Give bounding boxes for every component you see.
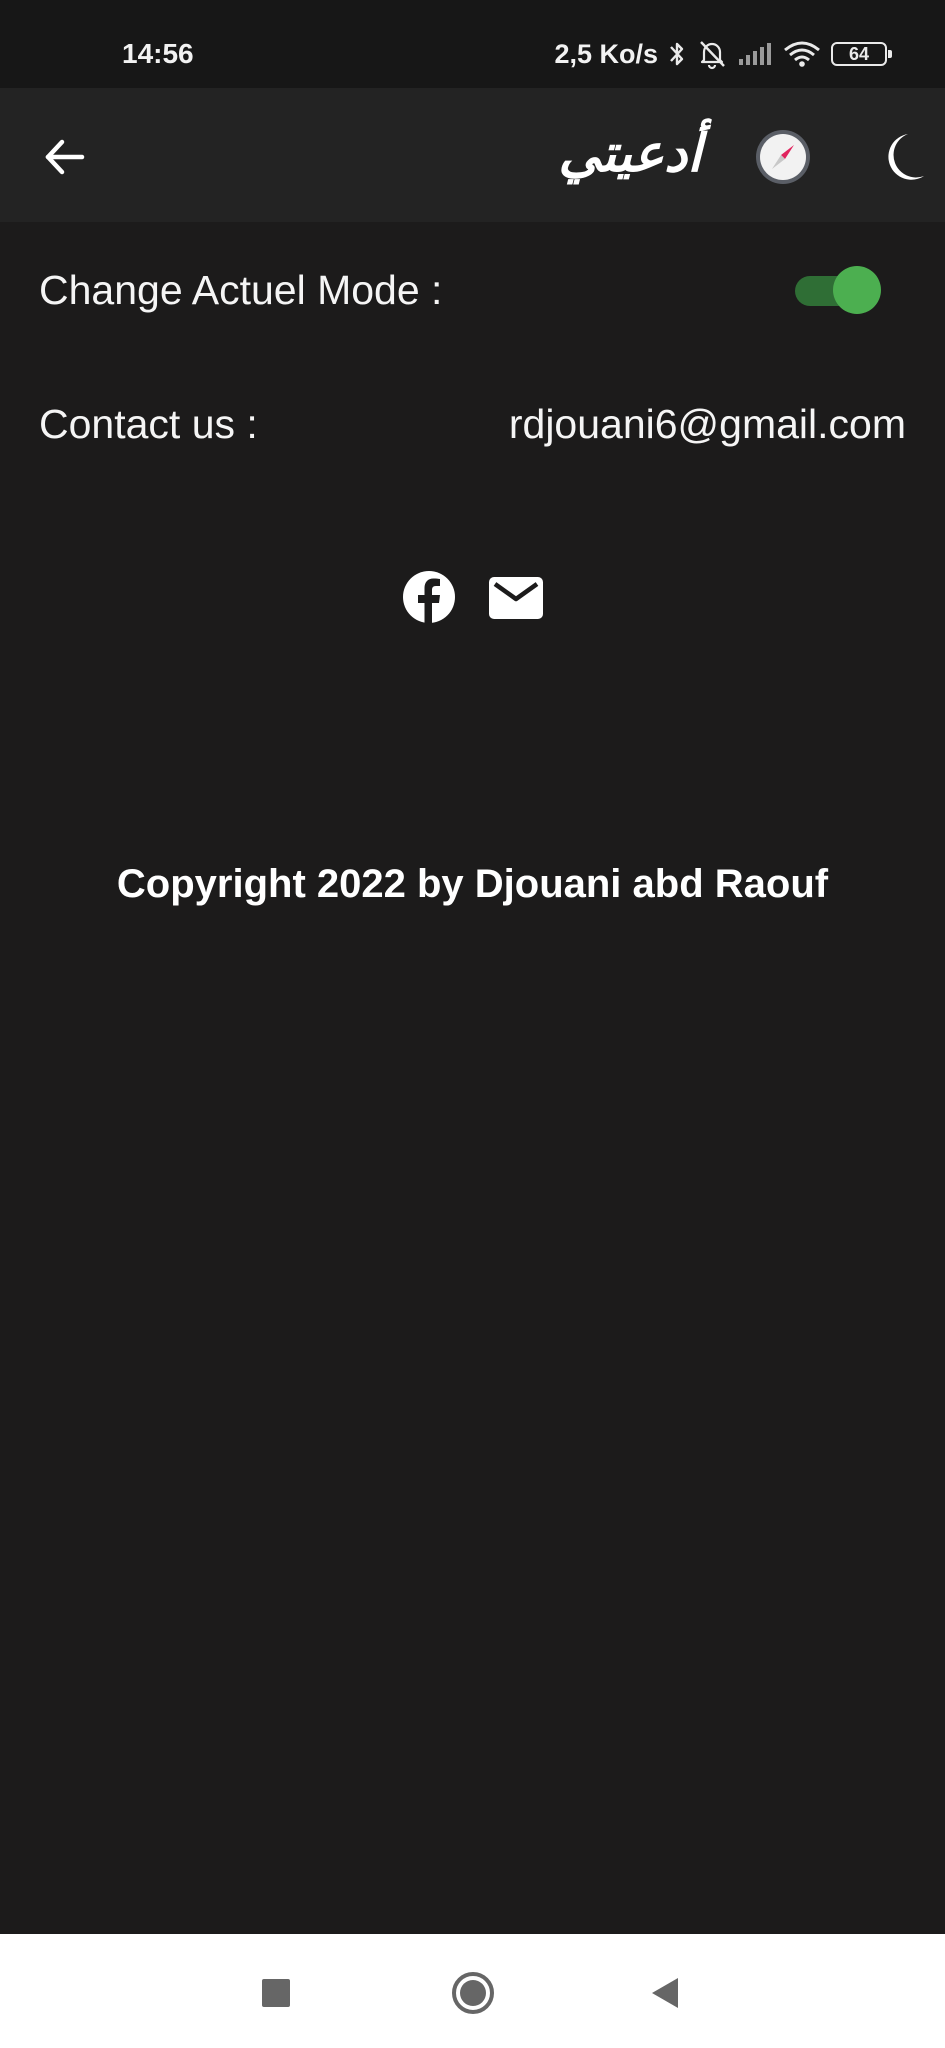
- bluetooth-icon: [670, 42, 684, 66]
- compass-icon[interactable]: [754, 128, 812, 186]
- wifi-icon: [784, 41, 820, 67]
- battery-level: 64: [848, 43, 870, 64]
- back-icon[interactable]: [648, 1976, 682, 2010]
- status-time: 14:56: [122, 38, 194, 69]
- status-bar: 14:56 2,5 Ko/s 64: [0, 0, 945, 88]
- status-icons: 2,5 Ko/s 64: [554, 36, 892, 72]
- mode-setting-row: Change Actuel Mode :: [39, 260, 905, 320]
- signal-icon: [739, 43, 771, 65]
- network-speed: 2,5 Ko/s: [554, 38, 658, 69]
- system-nav-bar: [0, 1934, 945, 2048]
- social-links: [400, 568, 546, 624]
- home-icon[interactable]: [451, 1971, 495, 2015]
- app-title: أدعيتي: [558, 123, 702, 184]
- mode-label: Change Actuel Mode :: [39, 266, 443, 313]
- contact-label: Contact us :: [39, 400, 258, 447]
- back-arrow-icon[interactable]: [40, 132, 90, 182]
- mode-toggle[interactable]: [795, 264, 881, 316]
- toggle-thumb: [833, 266, 881, 314]
- bell-off-icon: [700, 41, 725, 70]
- moon-icon[interactable]: [876, 130, 932, 184]
- facebook-icon[interactable]: [402, 570, 456, 624]
- contact-row: Contact us : rdjouani6@gmail.com: [39, 394, 906, 454]
- recent-apps-icon[interactable]: [262, 1979, 290, 2007]
- app-bar: أدعيتي: [0, 88, 945, 222]
- contact-email[interactable]: rdjouani6@gmail.com: [509, 401, 906, 448]
- mail-icon[interactable]: [488, 576, 544, 620]
- battery-icon: 64: [831, 42, 892, 66]
- copyright-text: Copyright 2022 by Djouani abd Raouf: [116, 862, 829, 906]
